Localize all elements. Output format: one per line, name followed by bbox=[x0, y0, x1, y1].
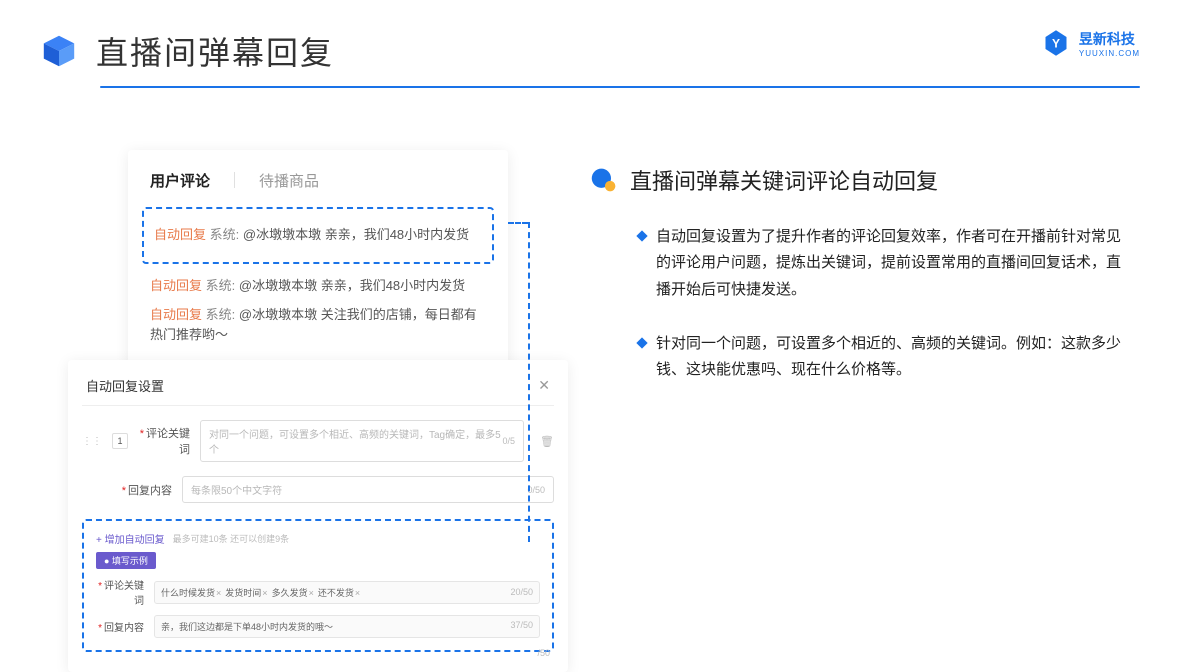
auto-reply-label: 自动回复 bbox=[150, 278, 202, 293]
example-content-label: *回复内容 bbox=[96, 619, 144, 634]
svg-text:Y: Y bbox=[1052, 37, 1060, 51]
auto-reply-label: 自动回复 bbox=[150, 307, 202, 322]
close-icon[interactable]: ✕ bbox=[538, 377, 550, 394]
example-content-input[interactable]: 亲，我们这边都是下单48小时内发货的哦～ 37/50 bbox=[154, 615, 540, 638]
header-divider bbox=[100, 86, 1140, 88]
example-keyword-label: *评论关键词 bbox=[96, 577, 144, 607]
example-keyword-tags[interactable]: 什么时候发货× 发货时间× 多久发货× 还不发货× 20/50 bbox=[154, 581, 540, 604]
keyword-field-label: *评论关键词 bbox=[138, 425, 190, 457]
cube-icon bbox=[40, 32, 78, 70]
connector-line bbox=[528, 222, 530, 542]
brand-logo: Y 昱新科技 YUUXIN.COM bbox=[1041, 28, 1140, 58]
auto-reply-settings-panel: 自动回复设置 ✕ ⋮⋮ 1 *评论关键词 对同一个问题，可设置多个相近、高频的关… bbox=[68, 360, 568, 672]
add-auto-reply-link[interactable]: + 增加自动回复 bbox=[96, 531, 165, 546]
highlighted-reply: 自动回复 系统: @冰墩墩本墩 亲亲，我们48小时内发货 bbox=[142, 207, 494, 264]
brand-name-en: YUUXIN.COM bbox=[1079, 49, 1140, 58]
content-field-label: *回复内容 bbox=[120, 482, 172, 498]
bullet-diamond-icon bbox=[636, 337, 647, 348]
row-number: 1 bbox=[112, 433, 128, 449]
section-title: 直播间弹幕关键词评论自动回复 bbox=[630, 164, 938, 196]
settings-title: 自动回复设置 bbox=[86, 376, 164, 395]
tab-pending-products[interactable]: 待播商品 bbox=[259, 170, 319, 191]
brand-name-cn: 昱新科技 bbox=[1079, 29, 1140, 49]
auto-reply-label: 自动回复 bbox=[154, 227, 206, 242]
drag-handle-icon[interactable]: ⋮⋮ bbox=[82, 436, 102, 447]
tab-user-comments[interactable]: 用户评论 bbox=[150, 170, 210, 191]
system-label: 系统: bbox=[206, 278, 236, 293]
system-label: 系统: bbox=[210, 227, 240, 242]
page-title: 直播间弹幕回复 bbox=[96, 28, 334, 74]
bullet-diamond-icon bbox=[636, 230, 647, 241]
chat-bubble-icon bbox=[590, 166, 618, 194]
reply-text: @冰墩墩本墩 亲亲，我们48小时内发货 bbox=[243, 227, 469, 242]
connector-line bbox=[508, 222, 528, 224]
example-box: + 增加自动回复 最多可建10条 还可以创建9条 ● 填写示例 *评论关键词 什… bbox=[82, 519, 554, 652]
reply-text: @冰墩墩本墩 亲亲，我们48小时内发货 bbox=[239, 278, 465, 293]
add-hint: 最多可建10条 还可以创建9条 bbox=[173, 532, 290, 545]
example-badge: ● 填写示例 bbox=[96, 552, 156, 569]
keyword-input[interactable]: 对同一个问题，可设置多个相近、高频的关键词，Tag确定，最多5个 0/5 bbox=[200, 420, 524, 462]
bottom-counter: /50 bbox=[537, 648, 550, 658]
bullet-text: 针对同一个问题，可设置多个相近的、高频的关键词。例如：这款多少钱、这块能优惠吗、… bbox=[656, 331, 1130, 384]
tab-separator bbox=[234, 172, 235, 188]
content-input[interactable]: 每条限50个中文字符 0/50 bbox=[182, 476, 554, 503]
bullet-text: 自动回复设置为了提升作者的评论回复效率，作者可在开播前针对常见的评论用户问题，提… bbox=[656, 224, 1130, 303]
comments-panel: 用户评论 待播商品 自动回复 系统: @冰墩墩本墩 亲亲，我们48小时内发货 自… bbox=[128, 150, 508, 378]
delete-icon[interactable]: 🗑 bbox=[540, 435, 554, 448]
system-label: 系统: bbox=[206, 307, 236, 322]
